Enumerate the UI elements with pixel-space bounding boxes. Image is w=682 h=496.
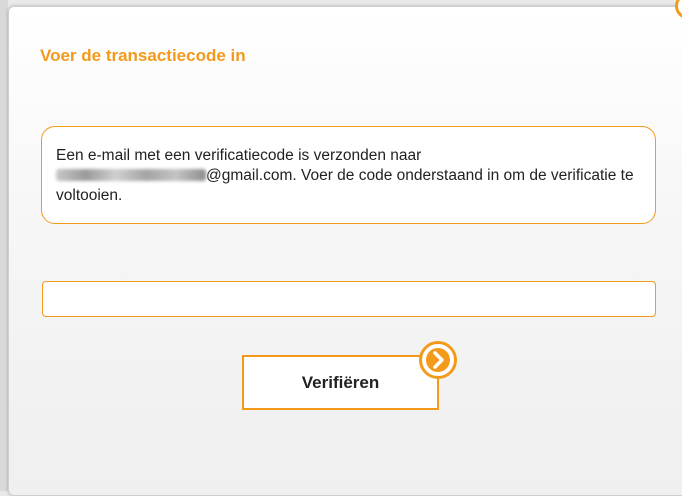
verification-dialog: Voer de transactiecode in Een e-mail met… [8, 0, 682, 496]
message-box: Een e-mail met een verificatiecode is ve… [41, 126, 656, 224]
redacted-email-user [56, 169, 206, 181]
verify-button[interactable]: Verifiëren [242, 355, 439, 410]
dialog-title: Voer de transactiecode in [40, 46, 246, 65]
page-backdrop [0, 0, 8, 491]
close-icon[interactable] [675, 0, 682, 19]
chevron-right-icon[interactable] [419, 341, 457, 379]
message-prefix: Een e-mail met een verificatiecode is ve… [56, 147, 422, 164]
email-domain: @gmail.com. [206, 167, 297, 184]
verification-code-input[interactable] [42, 281, 656, 317]
